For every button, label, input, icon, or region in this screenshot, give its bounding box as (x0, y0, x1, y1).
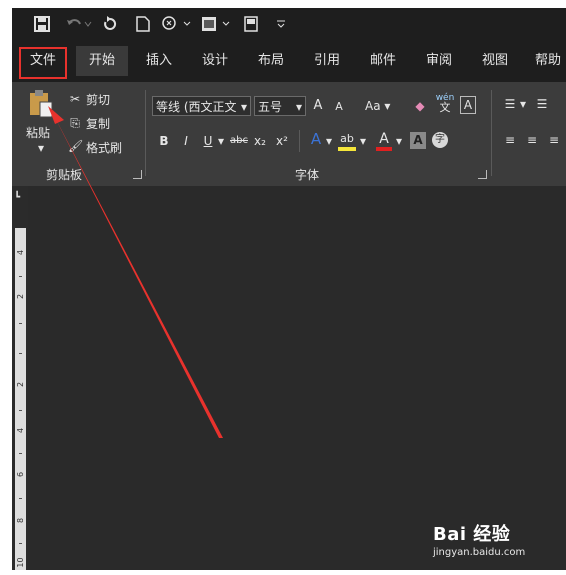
tab-references[interactable]: 引用 (302, 46, 352, 76)
align-center-icon[interactable]: ≡ (524, 132, 540, 148)
chevron-down-icon: ▾ (295, 100, 302, 114)
enclose-characters-button[interactable]: 字 (432, 132, 448, 148)
tab-help[interactable]: 帮助 (526, 46, 566, 76)
highlight-color-button[interactable]: ab (338, 131, 356, 151)
new-document-icon[interactable] (134, 13, 152, 35)
shrink-font-icon[interactable]: A (332, 99, 346, 115)
baidu-jingyan-watermark: Bai 经验 jingyan.baidu.com (433, 520, 525, 558)
tab-mailings[interactable]: 邮件 (358, 46, 408, 76)
ruler-label: 4 (16, 427, 25, 434)
format-painter-icon[interactable]: 🖌 (68, 138, 83, 154)
undo-icon[interactable] (64, 13, 94, 35)
tab-home[interactable]: 开始 (76, 46, 128, 76)
phonetic-bottom: 文 (439, 101, 451, 114)
vertical-ruler[interactable]: 4 2 2 4 6 8 10 (15, 228, 26, 570)
character-shading-button[interactable]: A (410, 132, 426, 149)
grow-font-icon[interactable]: A (310, 98, 326, 114)
tab-design[interactable]: 设计 (190, 46, 240, 76)
tab-view[interactable]: 视图 (470, 46, 520, 76)
redo-icon[interactable] (100, 13, 120, 35)
clear-formatting-icon[interactable]: ◆ (412, 98, 428, 114)
align-right-icon[interactable]: ≡ (546, 132, 562, 148)
ruler-tick (19, 410, 22, 411)
word-window: 文件 开始 插入 设计 布局 引用 邮件 审阅 视图 帮助 粘贴 ▾ ✂ 剪切 … (12, 8, 566, 570)
clipboard-launcher-icon[interactable] (133, 170, 142, 179)
font-size-dropdown[interactable]: 五号 ▾ (254, 96, 306, 116)
strikethrough-button[interactable]: abc (228, 133, 250, 149)
ruler-tick (19, 276, 22, 277)
tab-selector-icon[interactable]: ┗ (14, 192, 28, 206)
ruler-tick (19, 353, 22, 354)
clipboard-group-label: 剪贴板 (46, 168, 83, 182)
touch-mode-icon[interactable] (160, 13, 192, 35)
underline-button[interactable]: U (202, 133, 214, 149)
subscript-button[interactable]: x₂ (252, 133, 268, 149)
tab-layout[interactable]: 布局 (246, 46, 296, 76)
watermark-brand: Bai 经验 (433, 524, 511, 545)
ruler-label: 2 (16, 293, 25, 300)
document-canvas[interactable] (28, 186, 566, 570)
italic-button[interactable]: I (180, 133, 192, 149)
font-color-button[interactable]: A (376, 131, 392, 151)
chevron-down-icon[interactable]: ▾ (394, 133, 404, 149)
change-case-button[interactable]: Aa ▾ (362, 96, 398, 116)
copy-icon[interactable]: ⎘ (68, 115, 82, 131)
ruler-tick (19, 453, 22, 454)
paste-label[interactable]: 粘贴 (26, 124, 50, 141)
quick-access-toolbar (12, 8, 566, 40)
format-painter-button[interactable]: 格式刷 (86, 139, 122, 156)
text-effects-button[interactable]: A (308, 131, 324, 147)
cut-button[interactable]: 剪切 (86, 91, 110, 108)
font-launcher-icon[interactable] (478, 170, 487, 179)
character-border-button[interactable]: A (460, 96, 476, 114)
font-separator (299, 130, 300, 152)
print-preview-icon[interactable] (200, 13, 232, 35)
ruler-tick (19, 498, 22, 499)
cut-icon[interactable]: ✂ (68, 91, 82, 107)
chevron-down-icon[interactable]: ▾ (518, 96, 528, 112)
font-name-value: 等线 (西文正文 (156, 100, 237, 114)
ruler-label: 8 (16, 517, 25, 524)
chevron-down-icon[interactable]: ▾ (324, 133, 334, 149)
superscript-button[interactable]: x² (274, 133, 290, 149)
ruler-label: 4 (16, 249, 25, 256)
file-tab-highlight (19, 47, 67, 79)
ruler-label: 10 (16, 557, 25, 568)
chevron-down-icon: ▾ (240, 100, 247, 114)
tab-review[interactable]: 审阅 (414, 46, 464, 76)
chevron-down-icon[interactable]: ▾ (216, 133, 226, 149)
bullets-icon[interactable]: ☰ (502, 96, 518, 112)
numbering-icon[interactable]: ☰ (534, 96, 550, 112)
group-separator (145, 90, 146, 176)
save-icon[interactable] (32, 13, 52, 35)
bold-button[interactable]: B (158, 133, 170, 149)
align-left-icon[interactable]: ≡ (502, 132, 518, 148)
ruler-tick (19, 323, 22, 324)
change-case-label: Aa (365, 99, 381, 113)
tab-insert[interactable]: 插入 (134, 46, 184, 76)
copy-button[interactable]: 复制 (86, 115, 110, 132)
chevron-down-icon: ▾ (380, 99, 391, 113)
paste-icon[interactable] (28, 88, 54, 118)
chevron-down-icon[interactable]: ▾ (358, 133, 368, 149)
view-icon[interactable] (242, 13, 260, 35)
paste-dropdown-icon[interactable]: ▾ (34, 140, 48, 156)
ruler-label: 2 (16, 381, 25, 388)
ribbon-home: 粘贴 ▾ ✂ 剪切 ⎘ 复制 🖌 格式刷 剪贴板 等线 (西文正文 ▾ 五号 ▾ A… (12, 82, 566, 186)
customize-toolbar-icon[interactable] (274, 13, 288, 35)
ribbon-tabs: 文件 开始 插入 设计 布局 引用 邮件 审阅 视图 帮助 (12, 40, 566, 82)
group-separator (491, 90, 492, 176)
watermark-url: jingyan.baidu.com (433, 547, 526, 558)
phonetic-guide-button[interactable]: wén 文 (434, 93, 456, 113)
font-name-dropdown[interactable]: 等线 (西文正文 ▾ (152, 96, 251, 116)
ruler-label: 6 (16, 471, 25, 478)
ruler-tick (19, 543, 22, 544)
font-group-label: 字体 (295, 168, 320, 182)
font-size-value: 五号 (258, 100, 283, 114)
